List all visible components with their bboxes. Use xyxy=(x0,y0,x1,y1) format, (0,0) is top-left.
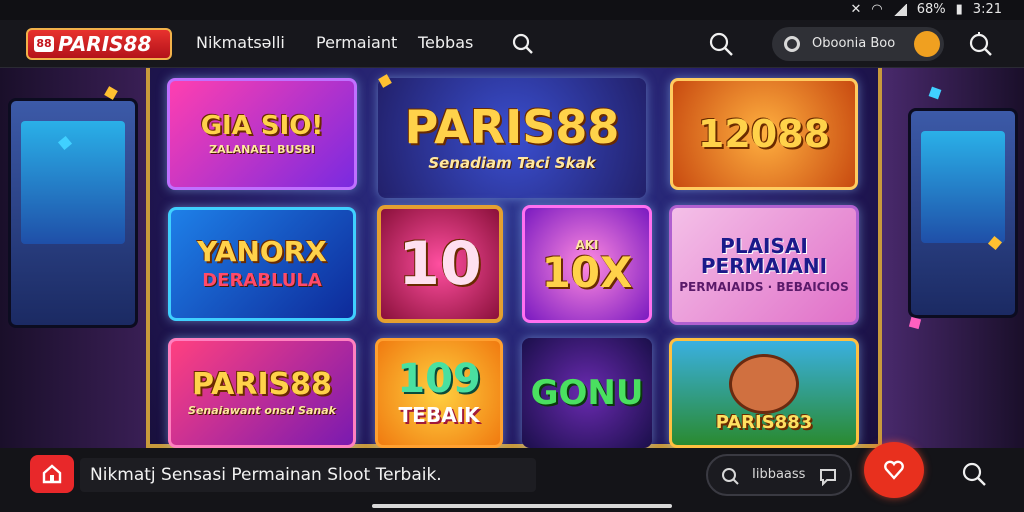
game-tile[interactable]: YANORX DERABLULA xyxy=(168,207,356,321)
game-tile[interactable]: 109 TEBAIK xyxy=(375,338,503,448)
coin-icon xyxy=(914,31,940,57)
mute-icon: ✕ xyxy=(850,2,862,17)
logo-text: PARIS88 xyxy=(58,32,152,56)
tile-title: GIA SIO! xyxy=(200,110,324,141)
search-icon[interactable] xyxy=(960,460,988,488)
arcade-scene-right xyxy=(878,68,1024,448)
arcade-machine-image xyxy=(8,98,138,328)
game-tile[interactable]: 10 xyxy=(377,205,503,323)
mascot-image xyxy=(729,354,799,414)
top-nav: 88 PARIS88 Nikmatsəlli Permaiant Tebbas … xyxy=(0,20,1024,68)
tile-subtitle: PERMAIAIDS · BEBAICIOS xyxy=(679,280,849,294)
logo-mark: 88 xyxy=(34,36,54,52)
tile-title: PARIS88 xyxy=(191,366,333,402)
game-tile-featured[interactable]: PARIS88 Senadiam Taci Skak xyxy=(378,78,646,198)
tile-subtitle: ZALANAEL BUSBI xyxy=(209,142,315,156)
game-tile[interactable]: 12088 xyxy=(670,78,858,190)
brand-logo[interactable]: 88 PARIS88 xyxy=(26,28,172,60)
signal-icon xyxy=(892,3,907,16)
tile-title: PARIS88 xyxy=(404,100,620,154)
nav-link-terbaik[interactable]: Tebbas xyxy=(418,33,473,52)
profile-icon xyxy=(784,36,800,52)
games-pill-label: Iibbaass xyxy=(752,467,806,482)
status-bar: ✕ ◠ 68% ▮ 3:21 xyxy=(0,0,1024,20)
tile-title: PLAISAI PERMAIANI xyxy=(700,234,828,278)
arcade-machine-image xyxy=(908,108,1018,318)
tile-title: 12088 xyxy=(697,112,831,156)
search-icon[interactable] xyxy=(966,30,994,58)
battery-icon: ▮ xyxy=(955,2,963,17)
tile-title: GONU xyxy=(530,373,644,413)
status-icons: ✕ ◠ 68% ▮ 3:21 xyxy=(850,2,1002,17)
wifi-icon: ◠ xyxy=(871,2,883,17)
game-tile[interactable]: PARIS883 xyxy=(669,338,859,448)
clock: 3:21 xyxy=(972,2,1002,17)
bottom-bar: Nikmatj Sensasi Permainan Sloot Terbaik.… xyxy=(0,442,1024,512)
chat-icon xyxy=(820,469,836,486)
tile-subtitle: Senaiawant onsd Sanak xyxy=(188,403,336,417)
nav-link-nikmat[interactable]: Nikmatsəlli xyxy=(196,33,285,52)
tile-title: 10 xyxy=(398,229,482,299)
search-icon[interactable] xyxy=(510,31,536,57)
nav-link-permainan[interactable]: Permaiant xyxy=(316,33,397,52)
account-pill-label: Oboonia Boo xyxy=(812,36,896,51)
tile-title: YANORX xyxy=(197,234,327,268)
game-tile[interactable]: AKI 10X xyxy=(522,205,652,323)
heart-icon xyxy=(884,460,904,480)
marquee-text: Nikmatj Sensasi Permainan Sloot Terbaik. xyxy=(80,458,536,492)
account-pill[interactable]: Oboonia Boo xyxy=(772,27,944,61)
search-icon[interactable] xyxy=(706,29,736,59)
game-tile[interactable]: GONU xyxy=(522,338,652,448)
game-tile[interactable]: GIA SIO! ZALANAEL BUSBI xyxy=(167,78,357,190)
battery-label: 68% xyxy=(916,2,946,17)
tile-title: 10X xyxy=(541,248,633,297)
game-tile[interactable]: PLAISAI PERMAIANI PERMAIAIDS · BEBAICIOS xyxy=(669,205,859,325)
home-icon xyxy=(42,464,62,484)
arcade-scene-left xyxy=(0,68,150,448)
home-button[interactable] xyxy=(30,455,74,493)
games-pill-button[interactable]: Iibbaass xyxy=(706,454,852,496)
gamepad-icon xyxy=(722,468,739,485)
game-tile[interactable]: PARIS88 Senaiawant onsd Sanak xyxy=(168,338,356,448)
tile-title: PARIS883 xyxy=(715,412,813,433)
tile-title: 109 xyxy=(397,356,481,402)
tile-subtitle: DERABLULA xyxy=(202,269,322,291)
home-indicator[interactable] xyxy=(372,504,672,508)
tile-subtitle: TEBAIK xyxy=(398,403,480,427)
tile-subtitle: Senadiam Taci Skak xyxy=(428,154,596,172)
favorite-fab-button[interactable] xyxy=(864,442,924,498)
promo-banner[interactable]: GIA SIO! ZALANAEL BUSBI PARIS88 Senadiam… xyxy=(0,68,1024,448)
